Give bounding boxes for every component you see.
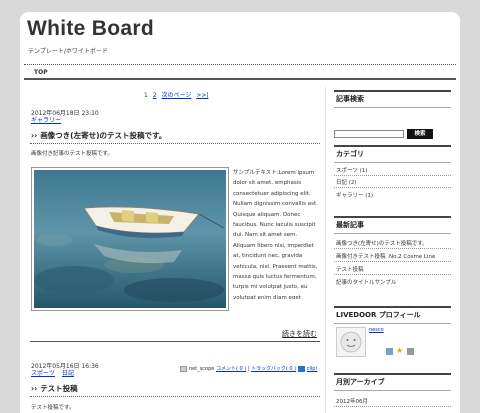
category-item[interactable]: ギャラリー (1)	[336, 191, 373, 199]
author-icon	[180, 365, 187, 372]
archive-heading: 月別アーカイブ	[336, 378, 385, 386]
clip-icon	[297, 365, 305, 372]
nav-bottom-divider	[24, 78, 456, 80]
pager-page-2[interactable]: 2	[153, 92, 157, 99]
pager-next[interactable]: 次のページ	[162, 92, 192, 99]
entry2-category-link-2[interactable]: 日記	[62, 368, 74, 377]
profile-heading: LIVEDOOR プロフィール	[336, 311, 421, 319]
recent-heading-bottom-rule	[334, 233, 451, 234]
profile-avatar[interactable]	[336, 327, 366, 357]
pager-current: 1	[144, 92, 148, 99]
entry-author: net_scope	[189, 366, 215, 372]
archive-heading-bottom-rule	[334, 390, 451, 391]
archive-separator	[334, 406, 451, 407]
entry2-title-rule	[30, 396, 320, 397]
entry2-intro: テスト投稿です。	[31, 405, 75, 411]
entry-title-rule	[30, 143, 320, 144]
recent-separator	[334, 248, 451, 249]
boat-photo-image	[34, 170, 226, 308]
recent-heading: 最新記事	[336, 221, 364, 229]
entry-body-side: サンプルテキスト:Lorem ipsum dolor sit amet, emp…	[233, 168, 321, 299]
entry-end-rule	[30, 341, 320, 342]
avatar-icon	[340, 331, 362, 353]
nav-top-link[interactable]: TOP	[34, 69, 48, 76]
entry-intro: 画像付き記事のテスト投稿です。	[31, 151, 113, 157]
comments-link[interactable]: コメント( 0 )	[216, 366, 246, 372]
search-button[interactable]: 検索	[407, 129, 433, 139]
entry-meta-bar: net_scope コメント( 0 ) | トラックバック( 0 ) clip!	[180, 365, 317, 372]
category-item[interactable]: 日記 (2)	[336, 178, 357, 186]
category-heading-top-rule	[334, 145, 451, 147]
archive-heading-top-rule	[334, 373, 451, 375]
recent-separator	[334, 261, 451, 262]
recent-item[interactable]: テスト投稿	[336, 265, 364, 273]
title-bullet-icon: ››	[31, 131, 38, 140]
recent-item[interactable]: 記事のタイトルサンプル	[336, 278, 396, 286]
search-input[interactable]	[334, 130, 404, 138]
profile-heading-bottom-rule	[334, 323, 451, 324]
recent-item[interactable]: 画像付きテスト投稿 .No.2 Cosme Line	[336, 252, 435, 260]
category-separator	[334, 187, 451, 188]
column-divider	[325, 87, 326, 413]
page-container: White Board テンプレート/ホワイトボード TOP 1 2 次のページ…	[20, 12, 460, 413]
trackback-link[interactable]: トラックバック( 0 )	[251, 366, 296, 372]
entry-title-text: 画像つき(左寄せ)のテスト投稿です。	[40, 131, 167, 140]
site-description: テンプレート/ホワイトボード	[28, 48, 108, 55]
search-heading: 記事検索	[336, 95, 364, 103]
entry2-title-text: テスト投稿	[40, 384, 78, 393]
continue-reading-link[interactable]: 続きを読む	[282, 329, 317, 339]
site-title[interactable]: White Board	[27, 17, 154, 41]
archive-item[interactable]: 2012年06月	[336, 397, 368, 405]
profile-friend-icon[interactable]	[407, 348, 414, 355]
entry2-title[interactable]: ›› テスト投稿	[31, 383, 78, 394]
recent-heading-top-rule	[334, 216, 451, 218]
pager: 1 2 次のページ >>|	[144, 90, 211, 99]
profile-name-link[interactable]: nesco	[369, 327, 384, 333]
category-item[interactable]: スポーツ (1)	[336, 166, 367, 174]
profile-mail-icon[interactable]	[386, 348, 393, 355]
profile-heading-top-rule	[334, 306, 451, 308]
nav-top-divider	[24, 64, 456, 65]
entry-photo[interactable]	[31, 167, 229, 311]
pager-last[interactable]: >>|	[196, 92, 208, 99]
recent-separator	[334, 274, 451, 275]
recent-item[interactable]: 画像つき(左寄せ)のテスト投稿です。	[336, 239, 428, 247]
search-heading-bottom-rule	[334, 107, 451, 108]
entry2-category-link[interactable]: スポーツ	[31, 368, 55, 377]
title-bullet-icon: ››	[31, 384, 38, 393]
profile-star-icon[interactable]: ★	[396, 347, 403, 355]
search-heading-top-rule	[334, 90, 451, 92]
entry-category-link[interactable]: ギャラリー	[31, 115, 61, 124]
entry-title[interactable]: ›› 画像つき(左寄せ)のテスト投稿です。	[31, 130, 166, 141]
entry-body-side-text: サンプルテキスト:Lorem ipsum dolor sit amet, emp…	[233, 170, 318, 299]
clip-link[interactable]: clip!	[307, 366, 318, 372]
category-separator	[334, 175, 451, 176]
category-heading-bottom-rule	[334, 162, 451, 163]
category-heading: カテゴリ	[336, 150, 364, 158]
